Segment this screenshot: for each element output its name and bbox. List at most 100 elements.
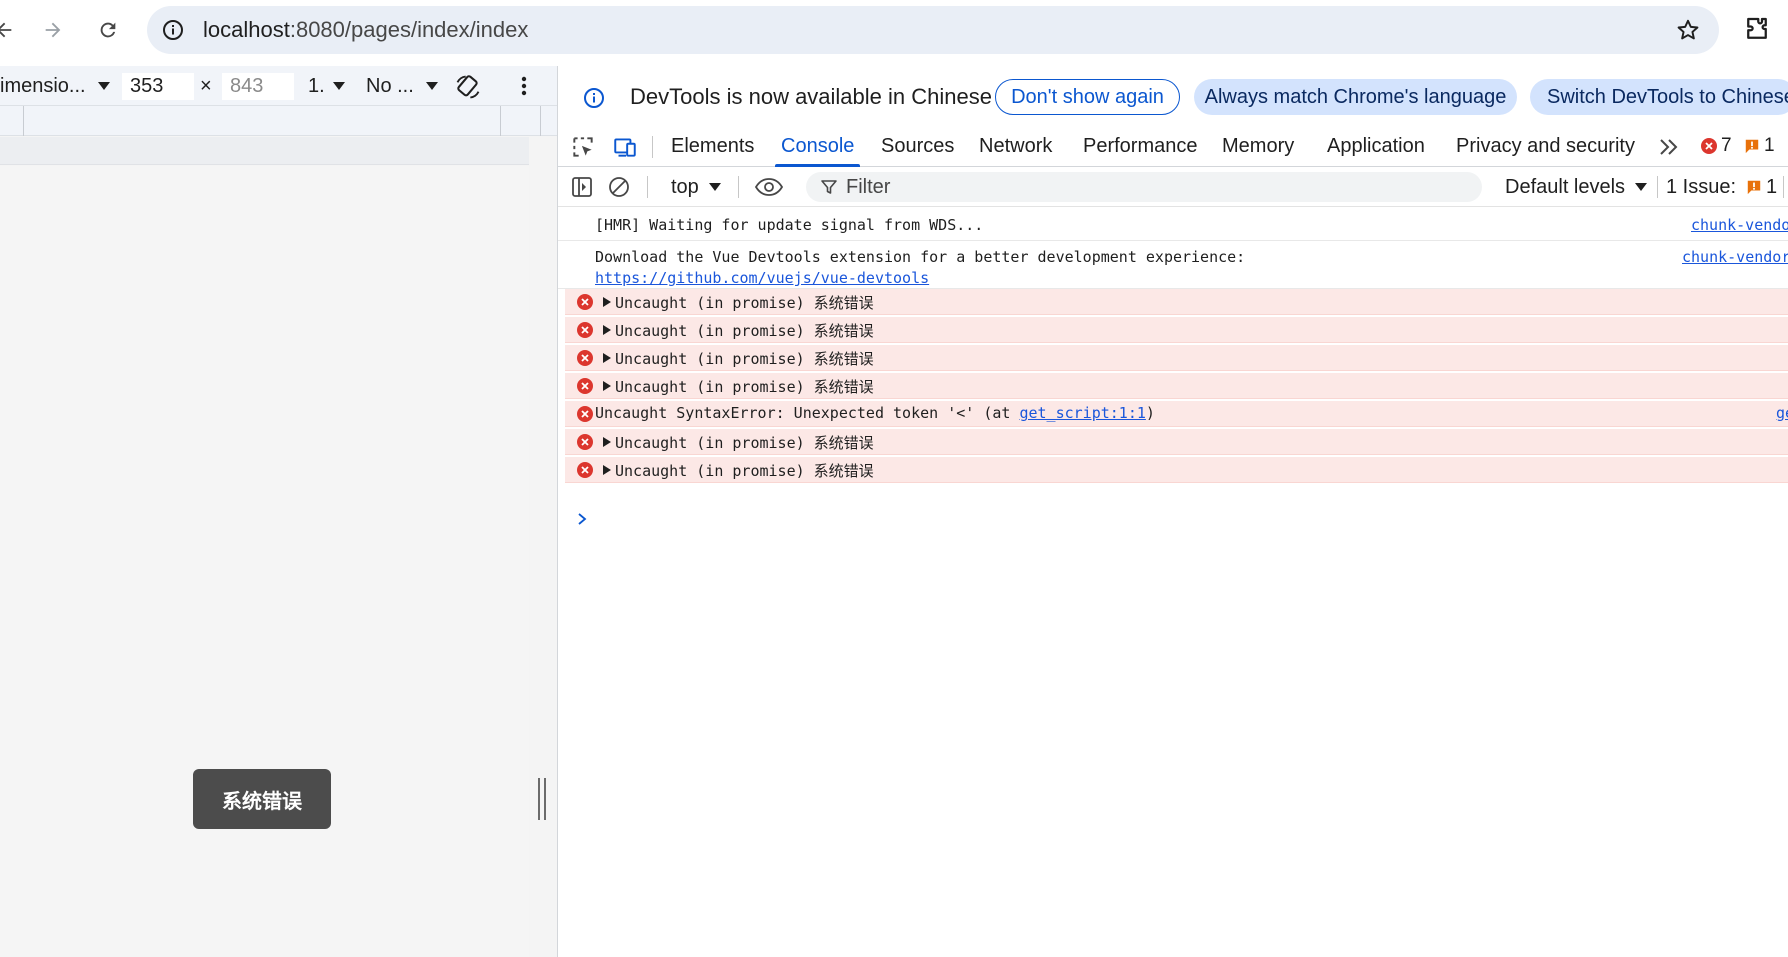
error-text: Uncaught (in promise) 系统错误 xyxy=(615,322,874,340)
console-message: Download the Vue Devtools extension for … xyxy=(558,241,1788,289)
handle-bar xyxy=(538,778,540,820)
error-message[interactable]: Uncaught (in promise) 系统错误 xyxy=(565,317,1788,343)
tab-sources[interactable]: Sources xyxy=(881,126,954,167)
width-input[interactable]: 353 xyxy=(122,73,194,100)
expand-triangle-icon[interactable] xyxy=(603,325,611,335)
devtools-panel: DevTools is now available in Chinese Don… xyxy=(557,66,1788,957)
address-bar[interactable]: localhost:8080/pages/index/index xyxy=(147,6,1719,54)
bookmark-star-icon[interactable] xyxy=(1675,17,1701,43)
expand-triangle-icon[interactable] xyxy=(603,381,611,391)
filter-placeholder: Filter xyxy=(846,176,891,198)
context-selector[interactable]: top xyxy=(671,167,721,207)
times-sign: × xyxy=(200,74,212,97)
error-message[interactable]: Uncaught (in promise) 系统错误 xyxy=(565,429,1788,455)
zoom-dropdown[interactable]: 1. xyxy=(308,66,345,106)
dimensions-label: imensio... xyxy=(0,74,86,97)
error-message[interactable]: Uncaught (in promise) 系统错误 xyxy=(565,289,1788,315)
tab-memory[interactable]: Memory xyxy=(1222,126,1294,167)
forward-arrow-icon[interactable] xyxy=(35,12,71,48)
warning-count: 1 xyxy=(1764,135,1775,156)
url-text: localhost:8080/pages/index/index xyxy=(203,18,528,42)
dimensions-dropdown[interactable]: imensio... xyxy=(0,66,110,106)
error-text: Uncaught (in promise) 系统错误 xyxy=(615,434,874,452)
error-text: Uncaught (in promise) 系统错误 xyxy=(615,378,874,396)
device-toggle-icon[interactable] xyxy=(612,134,638,160)
resize-handle[interactable] xyxy=(536,778,548,820)
error-circle-icon xyxy=(577,294,593,310)
vue-devtools-link[interactable]: https://github.com/vuejs/vue-devtools xyxy=(595,269,929,287)
message-source-link[interactable]: chunk-vendo xyxy=(1691,216,1788,234)
caret-down-icon xyxy=(708,183,721,191)
message-source-link[interactable]: ge xyxy=(1776,404,1788,422)
tab-performance[interactable]: Performance xyxy=(1083,126,1198,167)
issues-button[interactable]: 1 Issue: 1 xyxy=(1666,167,1777,207)
caret-down-icon xyxy=(97,82,110,90)
infobar-message: DevTools is now available in Chinese xyxy=(630,84,992,109)
throttle-dropdown[interactable]: No ... xyxy=(366,66,438,106)
language-infobar: DevTools is now available in Chinese Don… xyxy=(558,66,1788,126)
inspect-element-icon[interactable] xyxy=(570,134,596,160)
error-message[interactable]: Uncaught (in promise) 系统错误 xyxy=(565,345,1788,371)
error-circle-icon xyxy=(577,462,593,478)
warning-count-badge[interactable]: 1 xyxy=(1744,134,1775,158)
log-levels-dropdown[interactable]: Default levels xyxy=(1505,167,1648,207)
more-vert-icon[interactable] xyxy=(514,74,534,98)
height-input[interactable]: 843 xyxy=(222,73,294,100)
device-viewport: imensio... 353 × 843 1. No ... 系统错误 xyxy=(0,66,557,957)
rotate-icon[interactable] xyxy=(454,73,482,101)
console-prompt-chevron-icon[interactable] xyxy=(575,512,589,526)
expand-triangle-icon[interactable] xyxy=(603,297,611,307)
message-source-link[interactable]: chunk-vendor xyxy=(1682,248,1788,266)
site-info-icon[interactable] xyxy=(161,18,185,42)
error-text: Uncaught (in promise) 系统错误 xyxy=(615,294,874,312)
error-toast: 系统错误 xyxy=(193,769,331,829)
tab-console[interactable]: Console xyxy=(774,126,861,167)
expand-triangle-icon[interactable] xyxy=(603,437,611,447)
expand-triangle-icon[interactable] xyxy=(603,465,611,475)
always-match-language-button[interactable]: Always match Chrome's language xyxy=(1194,79,1517,115)
extensions-icon[interactable] xyxy=(1742,14,1772,44)
toolbar-separator xyxy=(1657,176,1658,198)
message-text: Download the Vue Devtools extension for … xyxy=(595,248,1246,266)
ruler-mark xyxy=(500,106,501,136)
console-toolbar: top Filter Default levels 1 Issue: 1 xyxy=(558,167,1788,207)
error-text-prefix: Uncaught SyntaxError: Unexpected token '… xyxy=(595,404,1020,422)
back-arrow-icon[interactable] xyxy=(0,12,22,48)
filter-funnel-icon xyxy=(821,180,837,194)
expand-triangle-icon[interactable] xyxy=(603,353,611,363)
error-circle-icon xyxy=(1701,138,1717,154)
console-message: [HMR] Waiting for update signal from WDS… xyxy=(558,207,1788,241)
error-count-badge[interactable]: 7 xyxy=(1700,134,1732,158)
tab-privacy-security[interactable]: Privacy and security xyxy=(1456,126,1635,167)
tab-elements[interactable]: Elements xyxy=(671,126,754,167)
url-path: :8080/pages/index/index xyxy=(289,17,529,42)
error-message[interactable]: Uncaught (in promise) 系统错误 xyxy=(565,457,1788,483)
dont-show-again-button[interactable]: Don't show again xyxy=(995,79,1180,115)
log-levels-label: Default levels xyxy=(1505,175,1626,198)
error-circle-icon xyxy=(577,406,593,422)
sidebar-toggle-icon[interactable] xyxy=(570,175,594,199)
error-circle-icon xyxy=(577,322,593,338)
url-host: localhost xyxy=(203,17,290,42)
error-text: Uncaught SyntaxError: Unexpected token '… xyxy=(595,404,1155,422)
issues-label: 1 Issue: xyxy=(1666,175,1737,198)
issue-flag-icon xyxy=(1745,139,1759,154)
error-circle-icon xyxy=(577,350,593,366)
error-text: Uncaught (in promise) 系统错误 xyxy=(615,350,874,368)
error-text: Uncaught (in promise) 系统错误 xyxy=(615,462,874,480)
reload-icon[interactable] xyxy=(90,12,126,48)
filter-input[interactable]: Filter xyxy=(806,172,1482,202)
tab-application[interactable]: Application xyxy=(1327,126,1425,167)
tab-network[interactable]: Network xyxy=(979,126,1052,167)
device-ruler xyxy=(0,106,557,136)
switch-language-button[interactable]: Switch DevTools to Chinese xyxy=(1530,79,1788,115)
more-tabs-chevron-icon[interactable] xyxy=(1658,137,1680,157)
clear-console-icon[interactable] xyxy=(607,175,631,199)
caret-down-icon xyxy=(1635,183,1648,191)
live-expression-eye-icon[interactable] xyxy=(754,175,784,199)
error-message[interactable]: Uncaught SyntaxError: Unexpected token '… xyxy=(565,401,1788,427)
info-icon xyxy=(584,88,604,108)
error-message[interactable]: Uncaught (in promise) 系统错误 xyxy=(565,373,1788,399)
error-text-suffix: ) xyxy=(1145,404,1155,422)
get-script-link[interactable]: get_script:1:1 xyxy=(1019,404,1145,422)
